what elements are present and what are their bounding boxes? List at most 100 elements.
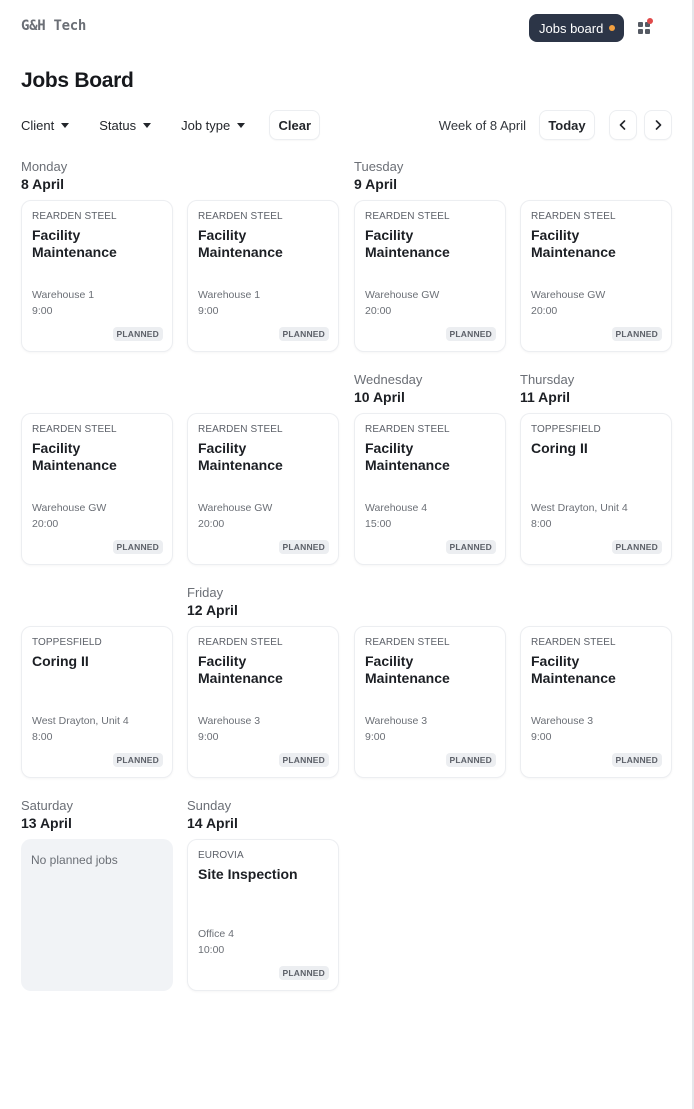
job-title: Facility Maintenance <box>32 440 117 473</box>
job-card[interactable]: REARDEN STEEL Facility Maintenance Warehou… <box>187 200 339 352</box>
board-row: Monday 8 April Tuesday 9 April REARDEN S… <box>21 158 672 371</box>
job-title: Facility Maintenance <box>531 227 616 260</box>
job-time: 8:00 <box>32 731 53 743</box>
board-row: Friday 12 April TOPPESFIELD Coring II West… <box>21 584 672 797</box>
job-client: REARDEN STEEL <box>198 211 283 222</box>
day-name: Wednesday <box>354 372 423 387</box>
job-location: Warehouse GW <box>32 502 107 514</box>
job-location: Warehouse 3 <box>365 715 428 727</box>
job-client: EUROVIA <box>198 850 244 861</box>
job-time: 20:00 <box>198 518 225 530</box>
chevron-right-icon <box>655 120 662 130</box>
job-time: 9:00 <box>365 731 386 743</box>
job-location: Warehouse 3 <box>531 715 594 727</box>
job-title: Facility Maintenance <box>365 653 450 686</box>
job-location: Warehouse 4 <box>365 502 428 514</box>
status-badge: PLANNED <box>112 327 163 341</box>
client-filter-dropdown[interactable]: Client <box>17 110 73 140</box>
job-card[interactable]: REARDEN STEEL Facility Maintenance Warehou… <box>354 200 506 352</box>
filter-bar: Client Status Job type Clear <box>21 110 321 140</box>
day-name: Friday <box>187 585 224 600</box>
status-badge: PLANNED <box>278 753 329 767</box>
job-client: REARDEN STEEL <box>32 211 117 222</box>
job-location: Warehouse 1 <box>198 289 261 301</box>
status-badge: PLANNED <box>611 540 662 554</box>
chevron-left-icon <box>619 120 626 130</box>
job-location: West Drayton, Unit 4 <box>32 715 129 727</box>
job-card[interactable]: EUROVIA Site Inspection Office 4 10:00 PLANN… <box>187 839 339 991</box>
job-client: REARDEN STEEL <box>32 424 117 435</box>
day-header-saturday: Saturday 13 April <box>21 797 73 831</box>
day-date: 12 April <box>187 602 238 618</box>
job-client: REARDEN STEEL <box>198 424 283 435</box>
job-card[interactable]: REARDEN STEEL Facility Maintenance Warehou… <box>187 413 339 565</box>
status-badge: PLANNED <box>611 327 662 341</box>
day-header-sunday: Sunday 14 April <box>187 797 238 831</box>
brand-logo[interactable]: G&H Tech <box>21 18 86 34</box>
day-header-wednesday: Wednesday 10 April <box>354 371 422 405</box>
job-card[interactable]: REARDEN STEEL Facility Maintenance Warehou… <box>520 626 672 778</box>
job-card[interactable]: TOPPESFIELD Coring II West Drayton, Unit 4… <box>21 626 173 778</box>
job-location: Warehouse GW <box>365 289 440 301</box>
job-title: Facility Maintenance <box>32 227 117 260</box>
job-time: 9:00 <box>198 305 219 317</box>
day-name: Tuesday <box>354 159 404 174</box>
job-location: West Drayton, Unit 4 <box>531 502 628 514</box>
job-type-filter-dropdown[interactable]: Job type <box>177 110 249 140</box>
job-type-filter-label: Job type <box>181 117 231 133</box>
day-name: Sunday <box>187 798 232 813</box>
status-badge: PLANNED <box>445 753 496 767</box>
previous-week-button[interactable] <box>609 110 637 140</box>
jobs-board-label: Jobs board <box>539 20 604 36</box>
job-client: REARDEN STEEL <box>365 424 450 435</box>
grid-icon[interactable] <box>638 18 654 35</box>
day-header-friday: Friday 12 April <box>187 584 238 618</box>
jobs-board-nav-button[interactable]: Jobs board <box>529 14 624 42</box>
empty-message: No planned jobs <box>31 853 118 867</box>
caret-down-icon <box>143 122 152 128</box>
job-title: Facility Maintenance <box>365 440 450 473</box>
job-time: 20:00 <box>531 305 558 317</box>
job-location: Warehouse 3 <box>198 715 261 727</box>
day-name: Saturday <box>21 798 74 813</box>
job-card[interactable]: REARDEN STEEL Facility Maintenance Warehou… <box>21 200 173 352</box>
jobs-board-grid: Monday 8 April Tuesday 9 April REARDEN S… <box>21 158 672 1010</box>
job-card[interactable]: REARDEN STEEL Facility Maintenance Warehou… <box>21 413 173 565</box>
job-client: REARDEN STEEL <box>531 211 616 222</box>
job-time: 9:00 <box>198 731 219 743</box>
job-time: 20:00 <box>365 305 392 317</box>
board-row: Saturday 13 April Sunday 14 April No pla… <box>21 797 672 1010</box>
day-name: Thursday <box>520 372 575 387</box>
job-location: Warehouse GW <box>531 289 606 301</box>
job-card[interactable]: REARDEN STEEL Facility Maintenance Warehou… <box>354 626 506 778</box>
job-card[interactable]: REARDEN STEEL Facility Maintenance Warehou… <box>354 413 506 565</box>
day-header-tuesday: Tuesday 9 April <box>354 158 403 192</box>
job-time: 9:00 <box>32 305 53 317</box>
day-name: Monday <box>21 159 68 174</box>
status-badge: PLANNED <box>611 753 662 767</box>
page-title: Jobs Board <box>21 69 134 92</box>
job-title: Facility Maintenance <box>531 653 616 686</box>
clear-filters-button[interactable]: Clear <box>269 110 321 140</box>
next-week-button[interactable] <box>644 110 672 140</box>
day-header-monday: Monday 8 April <box>21 158 67 192</box>
week-label: Week of 8 April <box>438 117 526 133</box>
job-title: Coring II <box>32 653 89 669</box>
job-time: 10:00 <box>198 944 225 956</box>
today-button[interactable]: Today <box>539 110 595 140</box>
indicator-dot-icon <box>609 25 616 31</box>
job-card[interactable]: REARDEN STEEL Facility Maintenance Warehou… <box>187 626 339 778</box>
job-title: Facility Maintenance <box>365 227 450 260</box>
day-date: 11 April <box>520 389 571 405</box>
status-filter-dropdown[interactable]: Status <box>95 110 155 140</box>
day-date: 8 April <box>21 176 65 192</box>
day-date: 14 April <box>187 815 238 831</box>
job-card[interactable]: REARDEN STEEL Facility Maintenance Warehou… <box>520 200 672 352</box>
client-filter-label: Client <box>21 117 55 133</box>
job-title: Facility Maintenance <box>198 440 283 473</box>
top-bar: G&H Tech Jobs board <box>0 0 692 56</box>
job-time: 20:00 <box>32 518 59 530</box>
job-title: Facility Maintenance <box>198 227 283 260</box>
week-navigation: Week of 8 April Today <box>439 110 672 140</box>
job-card[interactable]: TOPPESFIELD Coring II West Drayton, Unit 4… <box>520 413 672 565</box>
